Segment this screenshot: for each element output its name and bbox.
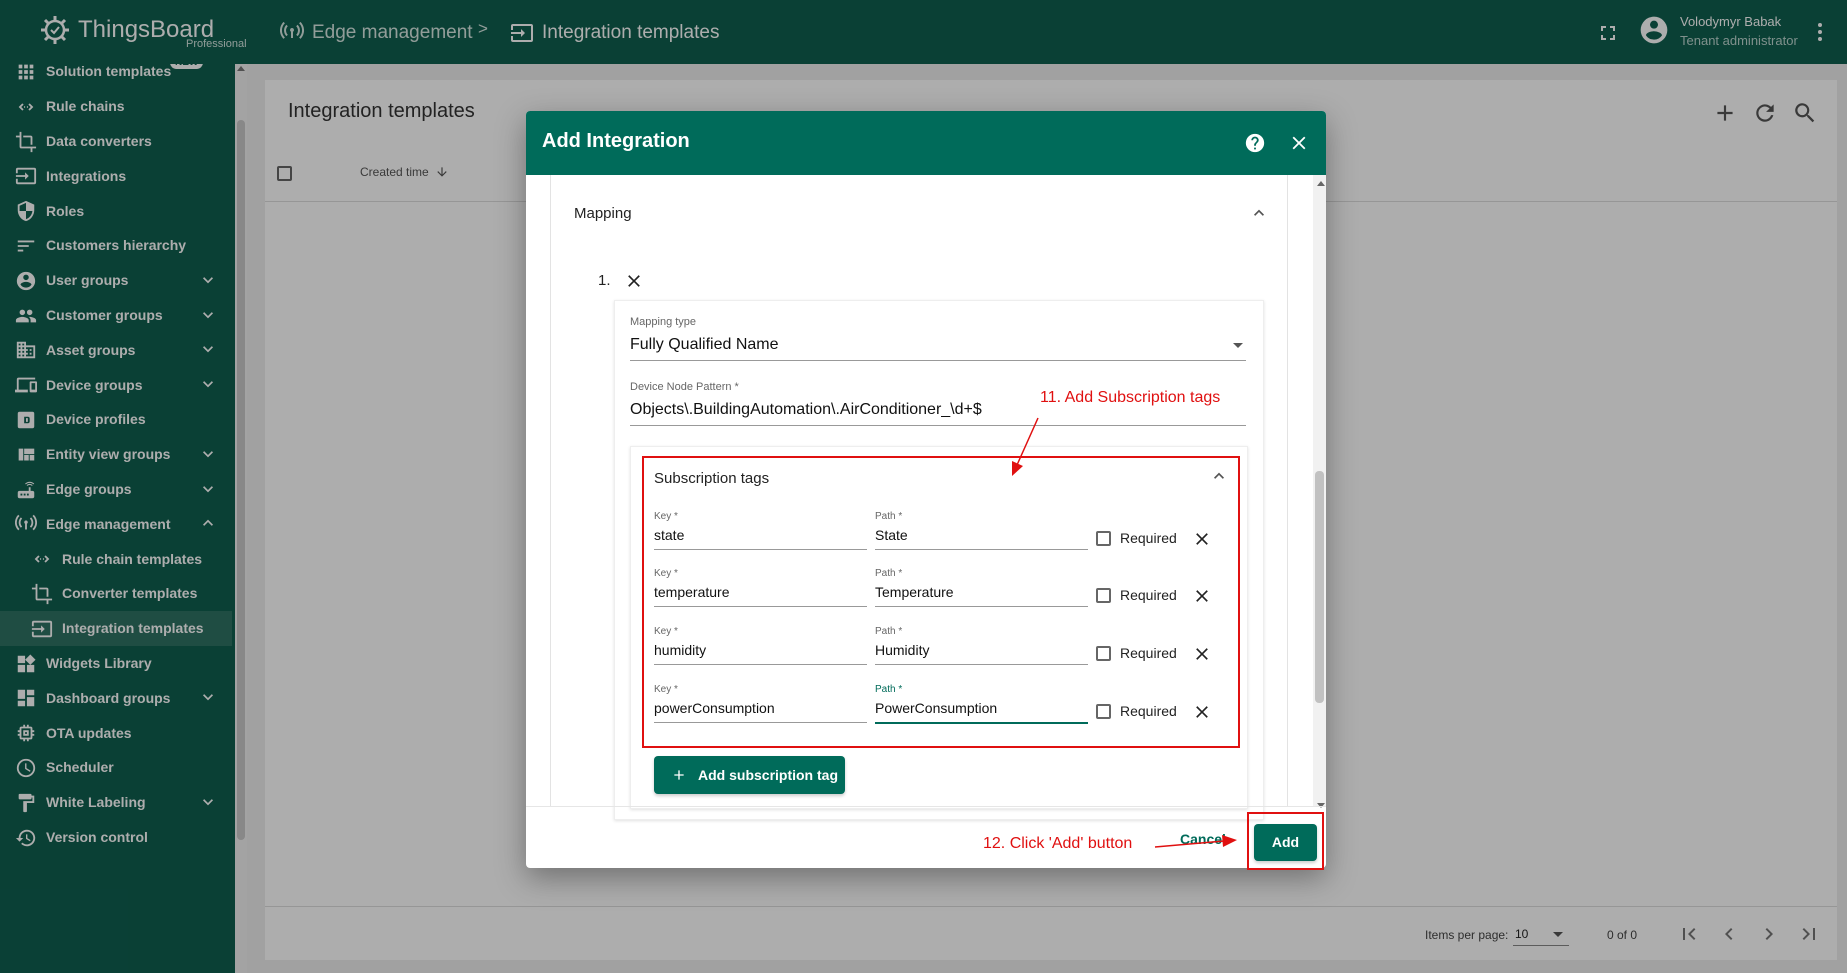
dialog-scroll-up-arrow[interactable] [1317,181,1325,186]
annotation-step-11: 11. Add Subscription tags [1040,389,1221,406]
dropdown-arrow-icon[interactable] [1233,343,1243,348]
dialog-title: Add Integration [542,130,690,152]
mapping-type-select[interactable]: Fully Qualified Name [630,336,779,354]
annotation-box-subscription-tags [642,456,1240,748]
mapping-title: Mapping [574,205,632,222]
device-node-pattern-underline [630,425,1246,426]
close-icon[interactable] [1288,132,1310,154]
annotation-box-add-button [1247,812,1324,870]
mapping-type-underline [630,360,1246,361]
plus-icon [674,770,684,780]
expand-less-icon[interactable] [1249,203,1269,223]
add-subscription-tag-button[interactable]: Add subscription tag [654,756,845,794]
add-subscription-tag-label: Add subscription tag [698,767,838,783]
mapping-type-label: Mapping type [630,316,697,328]
annotation-step-12: 12. Click 'Add' button [983,835,1133,852]
dialog-actions-divider [526,806,1326,807]
remove-mapping-close-icon[interactable] [624,271,644,291]
device-node-pattern-label: Device Node Pattern * [630,381,739,393]
device-node-pattern-input[interactable]: Objects\.BuildingAutomation\.AirConditio… [630,401,982,419]
mapping-index: 1. [598,272,611,289]
cancel-button[interactable]: Cancel [1180,831,1226,847]
dialog-scroll-thumb[interactable] [1315,471,1324,703]
help-icon[interactable] [1244,132,1266,154]
dialog-header: Add Integration [526,111,1326,175]
